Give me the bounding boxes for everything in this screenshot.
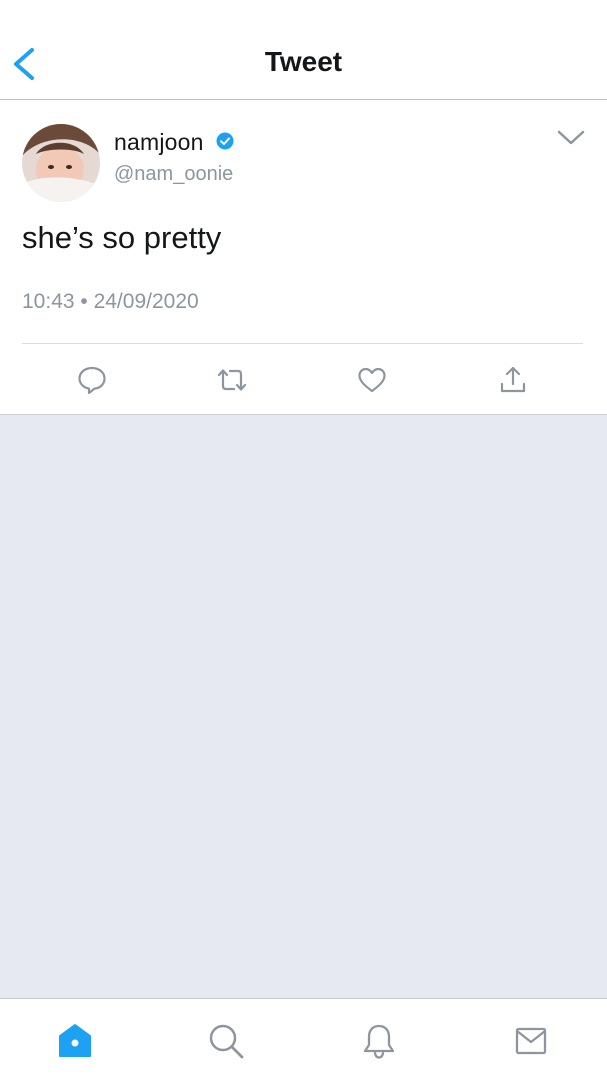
avatar-image: [22, 124, 100, 202]
search-icon: [209, 1024, 244, 1059]
share-icon: [500, 366, 526, 393]
messages-icon: [515, 1027, 547, 1055]
avatar[interactable]: [22, 124, 100, 202]
tab-home[interactable]: [53, 1019, 97, 1063]
like-icon: [358, 367, 386, 393]
divider: [22, 343, 583, 344]
tab-messages[interactable]: [509, 1019, 553, 1063]
notifications-icon: [363, 1024, 395, 1059]
reply-button[interactable]: [72, 360, 112, 400]
tweet-timestamp: 10:43 • 24/09/2020: [22, 290, 199, 313]
header-bar: Tweet: [0, 0, 607, 100]
tweet-actions: [0, 360, 607, 400]
chevron-down-icon: [557, 130, 585, 145]
empty-replies-area: [0, 415, 607, 998]
share-button[interactable]: [493, 360, 533, 400]
like-button[interactable]: [352, 360, 392, 400]
tweet-detail-screen: Tweet namjoon @nam_oonie she’s so pretty…: [0, 0, 607, 1080]
tab-notifications[interactable]: [357, 1019, 401, 1063]
verified-badge-icon: [216, 132, 234, 150]
retweet-button[interactable]: [212, 360, 252, 400]
tweet-card: namjoon @nam_oonie she’s so pretty 10:43…: [0, 100, 607, 415]
display-name[interactable]: namjoon: [114, 129, 204, 156]
reply-icon: [78, 366, 106, 395]
retweet-icon: [217, 369, 247, 391]
more-options-button[interactable]: [556, 128, 586, 148]
home-icon: [59, 1024, 91, 1057]
tweet-text: she’s so pretty: [22, 220, 222, 255]
tab-search[interactable]: [204, 1019, 248, 1063]
bottom-tab-bar: [0, 998, 607, 1080]
page-title: Tweet: [264, 46, 343, 77]
user-handle[interactable]: @nam_oonie: [114, 163, 233, 186]
